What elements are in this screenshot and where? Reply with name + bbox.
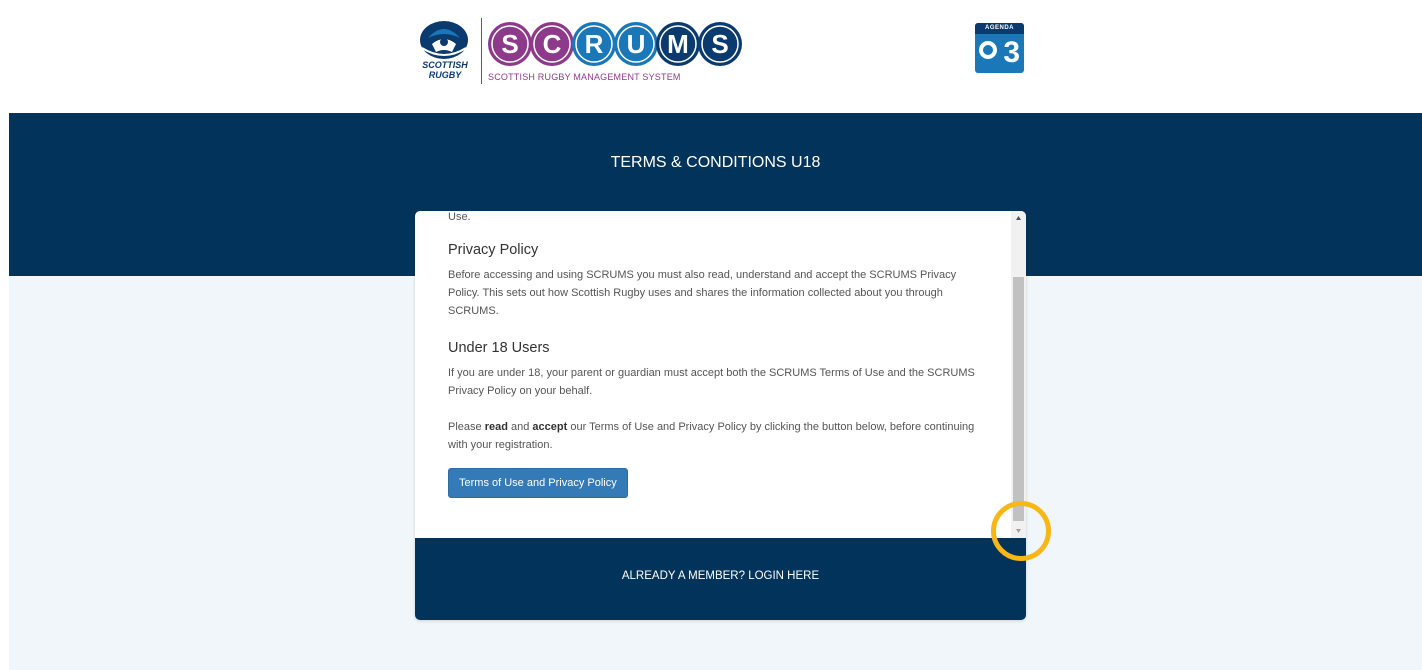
page-title: TERMS & CONDITIONS U18: [610, 154, 821, 171]
scottish-rugby-text: SCOTTISH RUGBY: [422, 60, 468, 80]
site-header: SCOTTISH RUGBY SCRUMS SCOTTISH RUGBY MAN…: [0, 0, 1422, 113]
privacy-policy-text: Before accessing and using SCRUMS you mu…: [448, 269, 957, 317]
svg-text:M: M: [667, 29, 689, 59]
scrums-letter-3: U: [614, 22, 658, 66]
click-highlight-ring: [991, 501, 1051, 561]
scroll-up-arrow-icon[interactable]: [1011, 211, 1026, 225]
svg-text:C: C: [543, 29, 562, 59]
accept-instruction: Please read and accept our Terms of Use …: [448, 421, 975, 451]
svg-text:U: U: [627, 29, 646, 59]
card-footer: ALREADY A MEMBER? LOGIN HERE: [415, 538, 1026, 620]
agenda-label: AGENDA: [975, 23, 1024, 34]
terms-privacy-button[interactable]: Terms of Use and Privacy Policy: [448, 468, 628, 498]
thistle-icon: [420, 21, 468, 59]
under-18-text: If you are under 18, your parent or guar…: [448, 367, 975, 397]
scrums-letter-0: S: [488, 22, 532, 66]
svg-text:S: S: [711, 29, 728, 59]
scrums-letter-1: C: [530, 22, 574, 66]
scrums-subtitle: SCOTTISH RUGBY MANAGEMENT SYSTEM: [488, 72, 681, 82]
under-18-heading: Under 18 Users: [448, 340, 550, 356]
vertical-scrollbar[interactable]: [1011, 211, 1026, 538]
agenda-number: 3: [1003, 36, 1020, 69]
agenda-3-badge: AGENDA 3: [975, 23, 1024, 73]
partial-text: Use.: [448, 211, 471, 223]
terms-scroll-area[interactable]: Use. Privacy Policy Before accessing and…: [415, 211, 1011, 538]
scrums-letter-4: M: [656, 22, 700, 66]
scrums-letter-2: R: [572, 22, 616, 66]
logo-divider: [481, 18, 482, 84]
scottish-rugby-logo[interactable]: SCOTTISH RUGBY: [412, 18, 478, 84]
scrollbar-thumb[interactable]: [1013, 277, 1024, 521]
privacy-policy-heading: Privacy Policy: [448, 242, 539, 258]
login-link[interactable]: ALREADY A MEMBER? LOGIN HERE: [415, 570, 1026, 582]
svg-text:R: R: [585, 29, 604, 59]
scrums-wordmark[interactable]: SCRUMS: [486, 19, 746, 69]
thistle-icon: [979, 41, 997, 59]
terms-card: Use. Privacy Policy Before accessing and…: [415, 211, 1026, 620]
svg-text:S: S: [501, 29, 518, 59]
scrums-letter-5: S: [698, 22, 742, 66]
